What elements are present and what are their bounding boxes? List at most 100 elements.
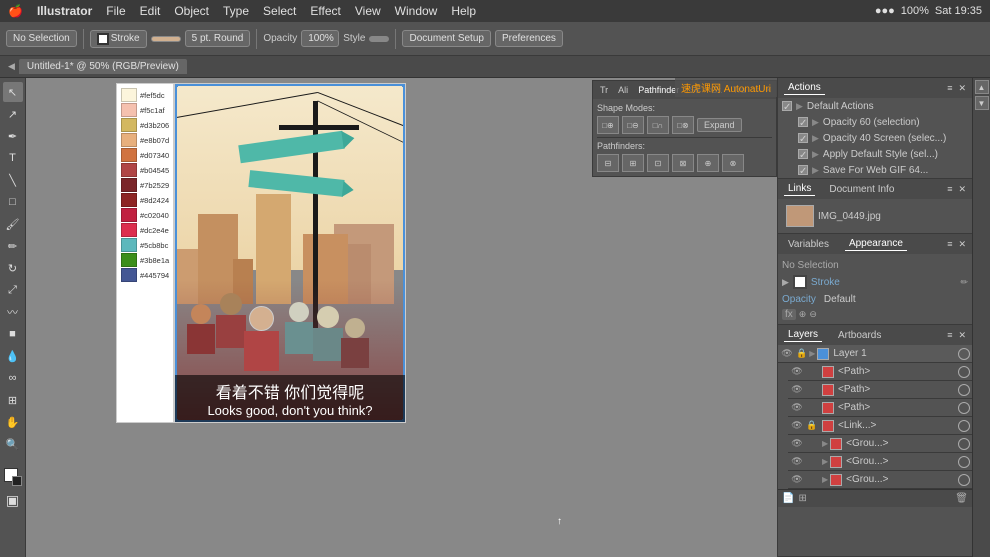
delete-effect-icon[interactable]: ⊖ <box>809 309 817 320</box>
menu-help[interactable]: Help <box>451 4 476 18</box>
layer-1-lock[interactable]: 🔒 <box>796 348 807 359</box>
appearance-menu[interactable]: ≡ <box>947 239 952 249</box>
zoom-tool[interactable]: 🔍 <box>3 434 23 454</box>
menu-window[interactable]: Window <box>395 4 438 18</box>
blend-tool[interactable]: ∞ <box>3 368 23 388</box>
action-item-default[interactable]: ✓ ▶ Default Actions <box>778 98 972 114</box>
rect-tool[interactable]: □ <box>3 192 23 212</box>
layer-1-eye[interactable]: 👁 <box>780 348 794 359</box>
appearance-close[interactable]: ✕ <box>958 239 966 250</box>
screen-mode[interactable]: ▣ <box>3 490 23 510</box>
action-check-2[interactable]: ✓ <box>798 133 808 143</box>
swatch-1[interactable] <box>121 103 137 117</box>
stroke-box[interactable]: Stroke <box>90 30 147 48</box>
stroke-swatch[interactable] <box>793 275 807 289</box>
variables-tab[interactable]: Variables <box>784 238 833 251</box>
pencil-tool[interactable]: ✏ <box>3 236 23 256</box>
new-layer-icon[interactable]: 📄 <box>782 493 794 504</box>
layer-grp3-arrow[interactable]: ▶ <box>822 475 828 484</box>
layer-grp1-eye[interactable]: 👁 <box>790 438 804 449</box>
unite-btn[interactable]: □⊕ <box>597 116 619 134</box>
layer-grp1-arrow[interactable]: ▶ <box>822 439 828 448</box>
path-tab-ali[interactable]: Ali <box>615 84 631 96</box>
layer-path-2[interactable]: 👁 <Path> <box>788 381 972 399</box>
delete-layer-icon[interactable]: 🗑 <box>955 493 968 504</box>
swatch-11[interactable] <box>121 253 137 267</box>
action-check-0[interactable]: ✓ <box>782 101 792 111</box>
layers-menu[interactable]: ≡ <box>947 330 952 340</box>
apple-menu[interactable]: 🍎 <box>8 4 23 18</box>
action-check-4[interactable]: ✓ <box>798 165 808 175</box>
artboards-tab[interactable]: Artboards <box>834 329 885 342</box>
swatch-3[interactable] <box>121 133 137 147</box>
swatch-10[interactable] <box>121 238 137 252</box>
links-menu[interactable]: ≡ <box>947 184 952 194</box>
action-check-3[interactable]: ✓ <box>798 149 808 159</box>
action-item-4[interactable]: ✓ ▶ Save For Web GIF 64... <box>778 162 972 178</box>
pf-minus-back[interactable]: ⊗ <box>722 154 744 172</box>
menu-file[interactable]: File <box>106 4 125 18</box>
preferences-btn[interactable]: Preferences <box>495 30 563 47</box>
direct-select-tool[interactable]: ↗ <box>3 104 23 124</box>
action-item-1[interactable]: ✓ ▶ Opacity 60 (selection) <box>778 114 972 130</box>
minus-btn[interactable]: □⊖ <box>622 116 644 134</box>
layers-tab[interactable]: Layers <box>784 328 822 342</box>
document-tab[interactable]: Untitled-1* @ 50% (RGB/Preview) <box>19 59 187 74</box>
paintbrush-tool[interactable]: 🖌 <box>3 214 23 234</box>
handle-tl[interactable] <box>174 83 178 87</box>
layer-path2-eye[interactable]: 👁 <box>790 384 804 395</box>
art-board-tool[interactable]: ⊞ <box>3 390 23 410</box>
links-tab[interactable]: Links <box>784 182 815 196</box>
swatch-6[interactable] <box>121 178 137 192</box>
strip-btn-1[interactable]: ▲ <box>975 80 989 94</box>
swatch-5[interactable] <box>121 163 137 177</box>
layer-path3-eye[interactable]: 👁 <box>790 402 804 413</box>
menu-type[interactable]: Type <box>223 4 249 18</box>
doc-info-tab[interactable]: Document Info <box>825 183 898 196</box>
link-item-0[interactable]: IMG_0449.jpg <box>782 203 968 229</box>
eyedropper-tool[interactable]: 💧 <box>3 346 23 366</box>
layer-path1-eye[interactable]: 👁 <box>790 366 804 377</box>
doc-settings-btn[interactable]: Document Setup <box>402 30 491 47</box>
gradient-tool[interactable]: ■ <box>3 324 23 344</box>
opacity-input[interactable]: 100% <box>301 30 339 47</box>
layer-grp2-arrow[interactable]: ▶ <box>822 457 828 466</box>
warp-tool[interactable]: 〰 <box>3 302 23 322</box>
fx-button[interactable]: fx <box>782 309 796 320</box>
selection-tool[interactable]: ↖ <box>3 82 23 102</box>
stroke-arrow[interactable]: ▶ <box>782 277 789 288</box>
brush-selector[interactable]: 5 pt. Round <box>185 30 251 47</box>
new-effect-icon[interactable]: ⊕ <box>799 309 807 320</box>
style-box[interactable] <box>369 36 389 42</box>
layer-path-1[interactable]: 👁 <Path> <box>788 363 972 381</box>
exclude-btn[interactable]: □⊗ <box>672 116 694 134</box>
swatch-12[interactable] <box>121 268 137 282</box>
swatch-7[interactable] <box>121 193 137 207</box>
actions-menu[interactable]: ≡ <box>947 83 952 93</box>
layer-1[interactable]: 👁 🔒 ▶ Layer 1 <box>778 345 972 363</box>
hand-tool[interactable]: ✋ <box>3 412 23 432</box>
menu-effect[interactable]: Effect <box>310 4 340 18</box>
action-item-2[interactable]: ✓ ▶ Opacity 40 Screen (selec...) <box>778 130 972 146</box>
pf-merge[interactable]: ⊡ <box>647 154 669 172</box>
layer-link[interactable]: 👁 🔒 <Link...> <box>788 417 972 435</box>
type-tool[interactable]: T <box>3 148 23 168</box>
canvas-area[interactable]: Tr Ali Pathfinder Str Gr. Tra ≡ ✕ Shape … <box>26 78 777 557</box>
layers-close[interactable]: ✕ <box>958 330 966 341</box>
pen-tool[interactable]: ✒ <box>3 126 23 146</box>
layer-link-eye[interactable]: 👁 <box>790 420 804 431</box>
expand-btn[interactable]: Expand <box>697 118 742 132</box>
pf-trim[interactable]: ⊞ <box>622 154 644 172</box>
menu-view[interactable]: View <box>355 4 381 18</box>
pf-outline[interactable]: ⊕ <box>697 154 719 172</box>
pf-divide[interactable]: ⊟ <box>597 154 619 172</box>
line-tool[interactable]: ╲ <box>3 170 23 190</box>
path-tab-tr[interactable]: Tr <box>597 84 611 96</box>
actions-tab[interactable]: Actions <box>784 81 825 95</box>
layer-grp3-eye[interactable]: 👁 <box>790 474 804 485</box>
layer-group-1[interactable]: 👁 ▶ <Grou...> <box>788 435 972 453</box>
menu-select[interactable]: Select <box>263 4 296 18</box>
stroke-color-picker[interactable] <box>151 36 181 42</box>
appearance-tab[interactable]: Appearance <box>845 237 907 251</box>
swatch-4[interactable] <box>121 148 137 162</box>
